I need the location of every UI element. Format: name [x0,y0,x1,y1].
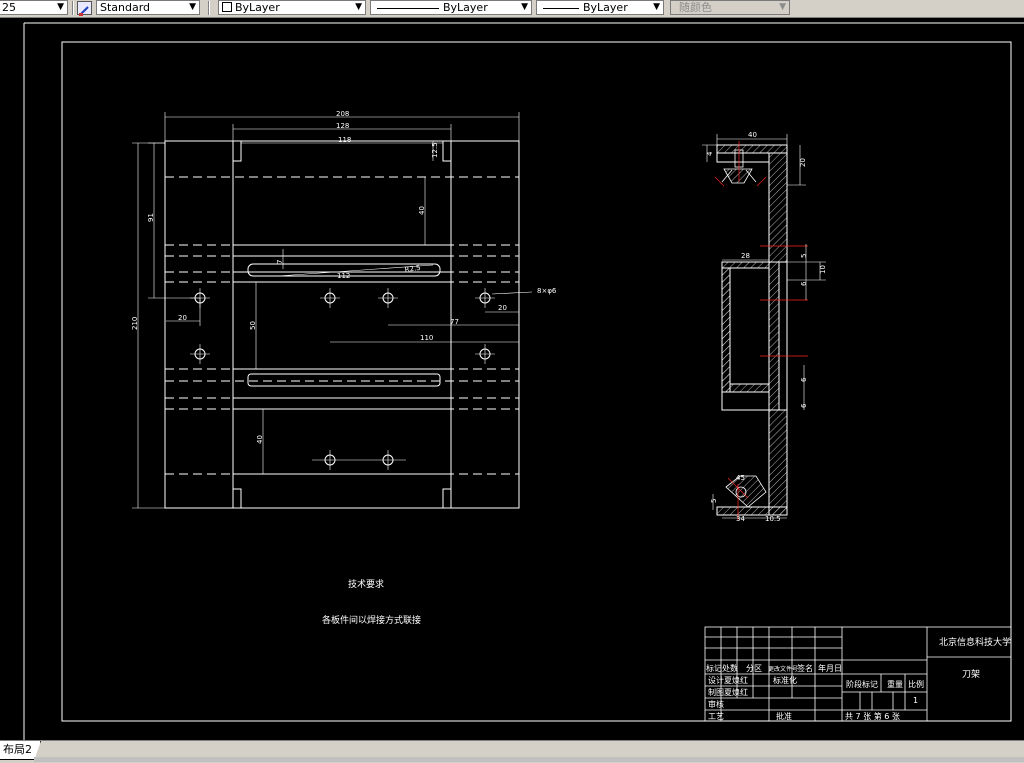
linetype-dropdown[interactable]: ByLayer ▼ [370,0,532,15]
dim-slot-length: 112 [337,272,350,280]
approve-label: 批准 [776,711,792,721]
dim-40-upper: 40 [418,206,426,215]
lineweight-value: ByLayer [583,1,628,14]
dim-10: 10 [819,265,827,274]
toolbar-separator [208,1,210,15]
title-block-text: 北京信息科技大学 刀架 标记 处数 分区 更改文件号 签名 年月日 设计 夏焕红… [706,636,1011,721]
check-label: 审核 [708,699,724,709]
drawing-label: 制图 [708,687,724,697]
dim-hole-callout: 8×φ6 [537,287,557,295]
horizontal-scrollbar[interactable] [34,757,1024,762]
scale-value: 1 [913,696,918,705]
drawing-canvas[interactable]: 208 128 118 12.5 40 91 210 7 112 R2.5 20… [0,17,1024,740]
front-view-dimensions [132,112,533,509]
dim-7: 7 [276,260,284,264]
drafter-name: 夏焕红 [724,687,748,697]
chevron-down-icon: ▼ [521,2,528,12]
dim-bottom-left: 5 [710,499,718,503]
properties-toolbar: 25 ▼ Standard ▼ ByLayer ▼ ByLayer ▼ ByLa… [0,0,1024,18]
drawing-border [61,41,1012,722]
stage-label: 阶段标记 [846,679,878,689]
university-name: 北京信息科技大学 [939,636,1011,648]
scale-dropdown-value: 25 [2,1,16,14]
lineweight-dropdown[interactable]: ByLayer ▼ [536,0,664,15]
header-cell: 处数 [722,663,738,673]
standardization-label: 标准化 [773,675,797,685]
dim-top-left: 4 [706,151,714,156]
designer-name: 夏焕红 [724,675,748,685]
text-style-value: Standard [100,1,151,14]
dim-110: 110 [420,334,433,342]
chevron-down-icon: ▼ [189,2,196,12]
dim-50: 50 [249,321,257,330]
technical-notes: 技术要求 各板件间以焊接方式联接 [322,578,421,626]
header-cell: 年月日 [818,663,842,673]
chevron-down-icon: ▼ [57,2,64,12]
dim-6c: 6 [800,403,808,408]
dim-20-right: 20 [498,304,507,312]
linetype-preview [377,8,439,9]
dim-45: 45 [736,474,745,482]
tab-layout2-label: 布局2 [3,743,32,756]
header-cell: 签名 [797,663,813,673]
dim-6b: 6 [800,377,808,382]
toolbar-separator [72,1,74,15]
dim-77: 77 [450,318,459,326]
design-label: 设计 [708,675,724,685]
scale-label: 比例 [908,679,924,689]
plotstyle-value: 随颜色 [679,1,712,14]
sheet-info: 共 7 张 第 6 张 [845,711,900,721]
color-square-icon [222,2,232,12]
layer-value: ByLayer [235,1,280,14]
process-label: 工艺 [708,712,724,721]
header-cell: 更改文件号 [768,665,798,673]
part-name: 刀架 [962,669,980,680]
dim-top-width: 40 [748,131,757,139]
dim-overall-width: 208 [336,110,349,118]
scale-dropdown[interactable]: 25 ▼ [0,0,68,15]
dim-28: 28 [741,252,750,260]
dim-corner: 12.5 [431,142,439,158]
lineweight-preview [543,8,579,9]
section-view [714,141,808,520]
dim-91: 91 [147,213,155,222]
layer-dropdown[interactable]: ByLayer ▼ [218,0,366,15]
dim-5a: 5 [800,254,808,258]
dim-210: 210 [131,317,139,330]
text-style-icon[interactable] [77,1,92,16]
weight-label: 重量 [887,679,903,689]
dim-bottom-small: 10.5 [765,515,781,523]
notes-line1: 各板件间以焊接方式联接 [322,614,421,626]
header-cell: 分区 [746,664,762,673]
dim-bottom-width: 34 [736,515,745,523]
plotstyle-dropdown[interactable]: 随颜色 ▼ [670,0,790,15]
front-view [164,140,520,509]
text-style-dropdown[interactable]: Standard ▼ [96,0,200,15]
header-cell: 标记 [706,663,722,673]
chevron-down-icon: ▼ [779,2,786,12]
dim-inner-width: 128 [336,122,349,130]
dim-20-left: 20 [178,314,187,322]
section-view-dimensions [702,134,826,519]
chevron-down-icon: ▼ [355,2,362,12]
dim-6a: 6 [800,281,808,286]
front-view-dim-text: 208 128 118 12.5 40 91 210 7 112 R2.5 20… [131,110,557,444]
dim-top-right: 20 [799,158,807,167]
notes-heading: 技术要求 [348,578,384,590]
chevron-down-icon: ▼ [653,2,660,12]
dim-40-lower: 40 [256,435,264,444]
dim-slot-width: 118 [338,136,351,144]
linetype-value: ByLayer [443,1,488,14]
